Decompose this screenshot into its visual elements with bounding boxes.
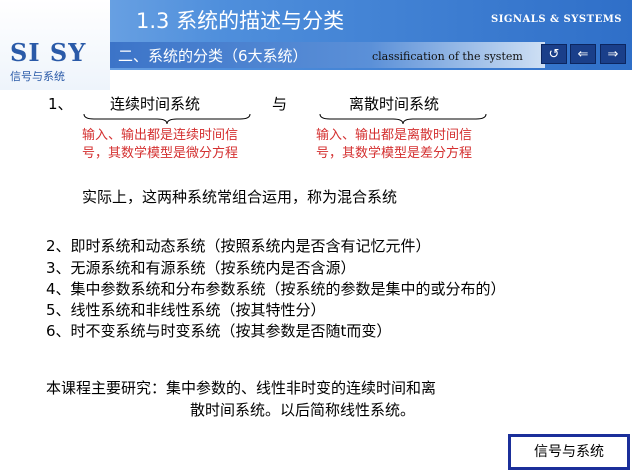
right-description-line1: 输入、输出都是离散时间信 <box>316 128 473 143</box>
item1-right-term: 离散时间系统 <box>349 95 440 113</box>
hybrid-system-note: 实际上，这两种系统常组合运用，称为混合系统 <box>82 188 398 206</box>
left-description-line1: 输入、输出都是连续时间信 <box>82 128 239 143</box>
section-subtitle-english: classification of the system <box>372 50 523 63</box>
item1-left-term: 连续时间系统 <box>110 95 201 113</box>
right-brace <box>319 113 487 125</box>
logo-main: SI SY <box>10 38 87 67</box>
section-subtitle: 二、系统的分类（6大系统） <box>118 47 308 65</box>
logo-subtitle: 信号与系统 <box>10 70 65 83</box>
forward-arrow-icon[interactable]: ⇒ <box>600 44 626 64</box>
page-title: 1.3 系统的描述与分类 <box>136 9 345 33</box>
brand-label: SIGNALS & SYSTEMS <box>490 14 622 25</box>
list-item: 2、即时系统和动态系统（按照系统内是否含有记忆元件） <box>46 237 431 255</box>
list-item: 6、时不变系统与时变系统（按其参数是否随t而变） <box>46 322 392 340</box>
logo: SI SY 信号与系统 <box>0 0 110 90</box>
slide: SI SY 信号与系统 1.3 系统的描述与分类 SIGNALS & SYSTE… <box>0 0 632 473</box>
left-brace <box>83 113 251 125</box>
item1-number: 1、 <box>48 95 73 113</box>
item1-conjunction: 与 <box>272 95 288 113</box>
summary-line2: 散时间系统。以后简称线性系统。 <box>190 401 416 419</box>
left-description-line2: 号，其数学模型是微分方程 <box>82 146 239 161</box>
list-item: 4、集中参数系统和分布参数系统（按系统的参数是集中的或分布的） <box>46 280 506 298</box>
list-item: 5、线性系统和非线性系统（按其特性分） <box>46 301 326 319</box>
footer-button[interactable]: 信号与系统 <box>508 434 630 470</box>
refresh-icon[interactable]: ↺ <box>541 44 567 64</box>
right-description-line2: 号，其数学模型是差分方程 <box>316 146 473 161</box>
back-arrow-icon[interactable]: ⇐ <box>570 44 596 64</box>
list-item: 3、无源系统和有源系统（按系统内是否含源） <box>46 259 356 277</box>
summary-line1: 本课程主要研究：集中参数的、线性非时变的连续时间和离 <box>46 379 437 397</box>
